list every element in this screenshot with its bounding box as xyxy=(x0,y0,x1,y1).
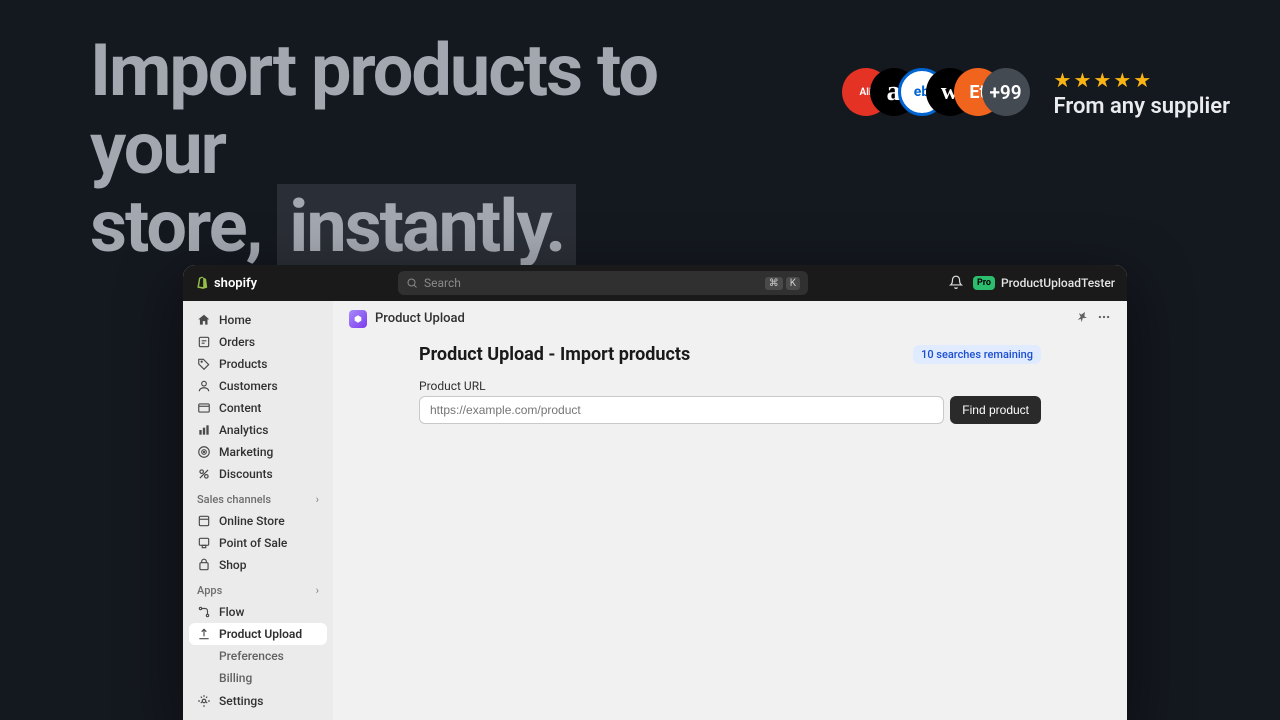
discounts-icon xyxy=(197,467,211,481)
sidebar-item-label: Settings xyxy=(219,694,263,708)
sidebar-item-label: Marketing xyxy=(219,445,273,459)
search-icon xyxy=(406,277,418,289)
sidebar-item-label: Product Upload xyxy=(219,627,302,641)
sidebar-item-label: Flow xyxy=(219,605,244,619)
search-input[interactable]: Search ⌘ K xyxy=(398,271,808,295)
sidebar-item-discounts[interactable]: Discounts xyxy=(189,463,327,485)
page-header: Product Upload xyxy=(333,301,1127,336)
section-label: Sales channels xyxy=(197,493,271,506)
sidebar-item-billing[interactable]: Billing xyxy=(189,667,327,689)
sidebar-item-flow[interactable]: Flow xyxy=(189,601,327,623)
star-icon: ★ xyxy=(1073,68,1091,92)
content-icon xyxy=(197,401,211,415)
supplier-text: From any supplier xyxy=(1054,94,1230,119)
marketing-icon xyxy=(197,445,211,459)
star-icon: ★ xyxy=(1054,68,1072,92)
app-icon xyxy=(349,310,367,328)
brand-text: shopify xyxy=(214,276,257,291)
suppliers-block: Ali a eb w Et +99 ★ ★ ★ ★ ★ From any sup… xyxy=(842,68,1230,119)
sidebar-item-analytics[interactable]: Analytics xyxy=(189,419,327,441)
supplier-icons: Ali a eb w Et +99 xyxy=(842,68,1030,116)
sidebar-item-label: Home xyxy=(219,313,251,327)
url-field-label: Product URL xyxy=(419,379,1041,393)
hero-line2b: instantly. xyxy=(277,184,576,269)
star-icon: ★ xyxy=(1133,68,1151,92)
star-icon: ★ xyxy=(1113,68,1131,92)
upload-icon xyxy=(197,627,211,641)
pos-icon xyxy=(197,536,211,550)
sidebar-item-label: Orders xyxy=(219,335,255,349)
sidebar-item-online-store[interactable]: Online Store xyxy=(189,510,327,532)
pro-badge: Pro xyxy=(973,276,995,290)
sidebar: Home Orders Products Customers Content A… xyxy=(183,301,333,720)
topbar: shopify Search ⌘ K Pro ProductUploadTest… xyxy=(183,265,1127,301)
more-icon xyxy=(1097,310,1111,324)
sidebar-item-label: Analytics xyxy=(219,423,268,437)
sidebar-item-shop[interactable]: Shop xyxy=(189,554,327,576)
store-icon xyxy=(197,514,211,528)
sidebar-item-products[interactable]: Products xyxy=(189,353,327,375)
chevron-right-icon: › xyxy=(316,493,319,506)
shopify-icon xyxy=(195,275,209,291)
searches-remaining-badge: 10 searches remaining xyxy=(913,345,1041,364)
sidebar-item-customers[interactable]: Customers xyxy=(189,375,327,397)
more-suppliers-badge: +99 xyxy=(982,68,1030,116)
pin-icon xyxy=(1075,310,1089,324)
page-title: Product Upload - Import products xyxy=(419,344,690,365)
pin-button[interactable] xyxy=(1075,309,1089,328)
main-content: Product Upload Product Upload - Import p… xyxy=(333,301,1127,720)
shortcut-key: ⌘ xyxy=(765,277,783,290)
sidebar-item-product-upload[interactable]: Product Upload xyxy=(189,623,327,645)
hero-heading: Import products to your store, instantly… xyxy=(90,32,790,265)
app-name: Product Upload xyxy=(375,311,465,326)
chevron-right-icon: › xyxy=(316,584,319,597)
notifications-button[interactable] xyxy=(949,274,963,293)
sidebar-item-label: Content xyxy=(219,401,261,415)
shop-icon xyxy=(197,558,211,572)
sidebar-section-channels[interactable]: Sales channels › xyxy=(189,485,327,510)
section-label: Apps xyxy=(197,584,222,597)
rating-stars: ★ ★ ★ ★ ★ xyxy=(1054,68,1230,92)
sidebar-item-label: Preferences xyxy=(219,649,284,663)
sidebar-item-label: Discounts xyxy=(219,467,273,481)
shortcut-key: K xyxy=(786,277,800,290)
sidebar-item-label: Customers xyxy=(219,379,278,393)
user-menu[interactable]: Pro ProductUploadTester xyxy=(973,276,1115,290)
find-product-button[interactable]: Find product xyxy=(950,396,1041,424)
sidebar-item-label: Products xyxy=(219,357,267,371)
sidebar-item-orders[interactable]: Orders xyxy=(189,331,327,353)
orders-icon xyxy=(197,335,211,349)
sidebar-item-label: Shop xyxy=(219,558,247,572)
sidebar-item-home[interactable]: Home xyxy=(189,309,327,331)
star-icon: ★ xyxy=(1093,68,1111,92)
user-name: ProductUploadTester xyxy=(1001,276,1115,290)
home-icon xyxy=(197,313,211,327)
hero-line1: Import products to your xyxy=(90,28,657,191)
sidebar-item-pos[interactable]: Point of Sale xyxy=(189,532,327,554)
more-button[interactable] xyxy=(1097,309,1111,328)
sidebar-item-label: Point of Sale xyxy=(219,536,287,550)
product-url-input[interactable] xyxy=(419,396,944,424)
analytics-icon xyxy=(197,423,211,437)
bell-icon xyxy=(949,275,963,289)
customers-icon xyxy=(197,379,211,393)
gear-icon xyxy=(197,694,211,708)
sidebar-item-marketing[interactable]: Marketing xyxy=(189,441,327,463)
sidebar-item-settings[interactable]: Settings xyxy=(189,690,327,712)
sidebar-item-label: Billing xyxy=(219,671,252,685)
search-placeholder: Search xyxy=(424,276,461,290)
sidebar-item-content[interactable]: Content xyxy=(189,397,327,419)
sidebar-item-preferences[interactable]: Preferences xyxy=(189,645,327,667)
brand-logo[interactable]: shopify xyxy=(195,275,257,291)
hero-line2a: store, xyxy=(90,184,261,269)
app-window: shopify Search ⌘ K Pro ProductUploadTest… xyxy=(183,265,1127,720)
sidebar-item-label: Online Store xyxy=(219,514,285,528)
sidebar-section-apps[interactable]: Apps › xyxy=(189,576,327,601)
flow-icon xyxy=(197,605,211,619)
products-icon xyxy=(197,357,211,371)
